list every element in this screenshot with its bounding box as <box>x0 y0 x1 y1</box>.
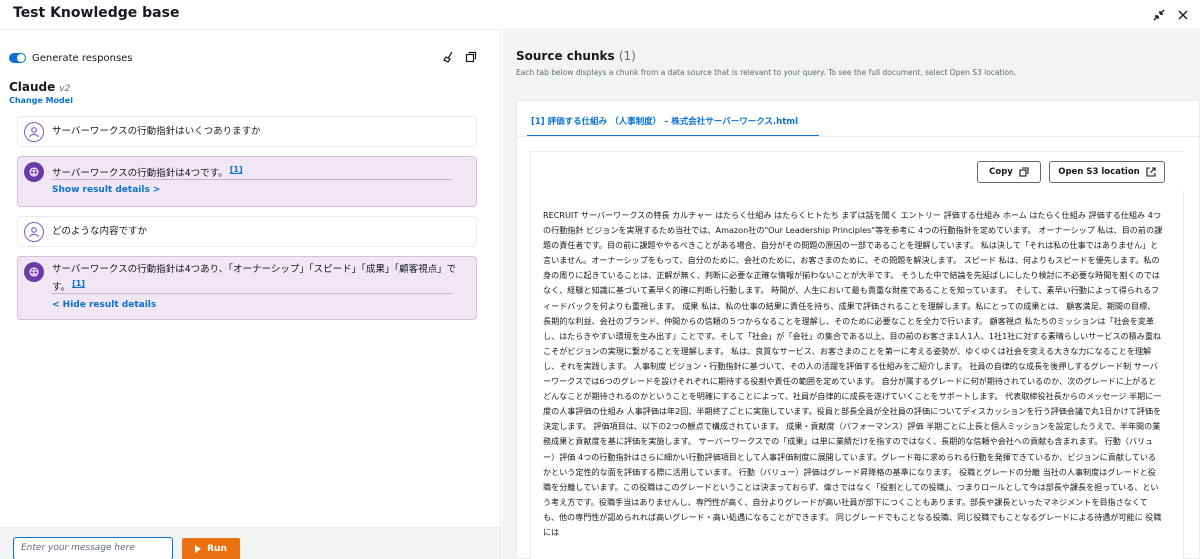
external-link-icon <box>1146 167 1156 177</box>
copy-button-label: Copy <box>989 167 1013 177</box>
generate-responses-label: Generate responses <box>32 52 133 64</box>
collapse-arrows-icon[interactable] <box>1150 6 1168 24</box>
message-composer: Enter your message here Run <box>0 527 500 559</box>
message-input[interactable]: Enter your message here <box>13 537 173 559</box>
tab-divider <box>517 136 1200 137</box>
message-divider <box>52 179 452 180</box>
model-name-text: Claude <box>9 80 56 94</box>
assistant-message: サーバーワークスの行動指針は4つあり、「オーナーシップ」「スピード」「成果」「顧… <box>17 256 477 320</box>
model-version: v2 <box>59 84 71 94</box>
message-divider <box>52 293 452 294</box>
source-chunks-count: (1) <box>618 49 636 63</box>
source-chunks-pane: Source chunks (1) Each tab below display… <box>502 31 1200 559</box>
generate-responses-toggle[interactable] <box>9 53 26 63</box>
user-message: サーバーワークスの行動指針はいくつありますか <box>17 116 477 147</box>
chunk-toolbar: Copy Open S3 location <box>531 152 1185 190</box>
generate-responses-toggle-row: Generate responses <box>9 50 133 66</box>
source-chunks-title-text: Source chunks <box>516 49 615 63</box>
close-icon[interactable] <box>1174 6 1192 24</box>
open-s3-location-button[interactable]: Open S3 location <box>1049 161 1165 183</box>
copy-button[interactable]: Copy <box>977 161 1041 183</box>
window-title: Test Knowledge base <box>13 5 180 21</box>
message-text: どのような内容ですか <box>52 226 148 237</box>
change-model-link[interactable]: Change Model <box>9 96 73 105</box>
run-button[interactable]: Run <box>182 538 240 559</box>
message-body-line1: サーバーワークスの行動指針は4つあり、「オーナーシップ」「スピード」「成果」「顧… <box>52 264 457 275</box>
assistant-message: サーバーワークスの行動指針は4つです。 [1] Show result detai… <box>17 156 477 207</box>
user-avatar-icon <box>24 222 44 242</box>
play-icon <box>195 545 202 553</box>
message-body: サーバーワークスの行動指針は4つです。 <box>52 168 228 180</box>
open-s3-label: Open S3 location <box>1058 167 1140 177</box>
citation-link[interactable]: [1] <box>72 279 85 288</box>
copy-icon <box>1019 167 1029 177</box>
user-avatar-icon <box>24 122 44 142</box>
user-message: どのような内容ですか <box>17 216 477 247</box>
ai-brain-icon <box>24 262 44 282</box>
source-chunk-card: [1] 評価する仕組み （人事制度） – 株式会社サーバーワークス.html C… <box>516 100 1200 559</box>
broom-icon[interactable] <box>442 50 456 64</box>
chat-pane: Generate responses Claude v2 Change Model… <box>0 31 501 559</box>
citation-link[interactable]: [1] <box>230 165 243 174</box>
message-text: サーバーワークスの行動指針はいくつありますか <box>52 126 261 137</box>
source-chunks-title: Source chunks (1) <box>516 49 636 63</box>
chunk-text: RECRUIT サーバーワークスの特長 カルチャー はたらく仕組み はたらくヒト… <box>543 210 1163 537</box>
copy-icon[interactable] <box>464 50 478 64</box>
source-chunks-description: Each tab below displays a chunk from a d… <box>516 68 1017 77</box>
message-body-line2: す。 <box>52 282 71 294</box>
tab-source-1[interactable]: [1] 評価する仕組み （人事制度） – 株式会社サーバーワークス.html <box>531 115 798 127</box>
message-text: サーバーワークスの行動指針は4つあり、「オーナーシップ」「スピード」「成果」「顧… <box>52 263 472 295</box>
ai-brain-icon <box>24 162 44 182</box>
hide-result-details-link[interactable]: < Hide result details <box>52 300 156 310</box>
run-button-label: Run <box>207 544 227 554</box>
window-titlebar: Test Knowledge base <box>0 0 1200 30</box>
model-name: Claude v2 <box>9 80 70 94</box>
show-result-details-link[interactable]: Show result details > <box>52 185 160 195</box>
chunk-content-box: Copy Open S3 location RECRUIT サーバーワークスの特… <box>530 151 1185 559</box>
